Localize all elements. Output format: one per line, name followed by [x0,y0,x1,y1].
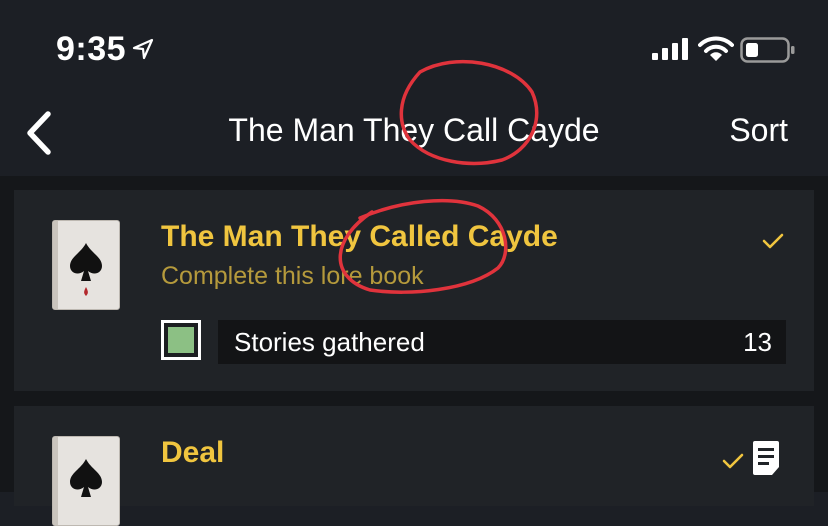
checkmark-icon [722,453,744,469]
battery-icon [740,37,795,63]
spade-icon [70,243,102,296]
sort-button[interactable]: Sort [729,112,788,149]
progress-checkbox[interactable] [161,320,201,360]
lore-book-title: Deal [161,436,225,469]
checkmark-icon [762,233,784,249]
signal-icon [652,38,688,60]
lore-book-title: The Man They Called Cayde [161,220,558,253]
page-title: The Man They Call Cayde [228,112,600,148]
wifi-icon [698,36,734,61]
lore-book-cover [52,220,120,310]
stat-bar: Stories gathered 13 [218,320,786,364]
status-time: 9:35 [56,30,127,68]
progress-fill [168,327,194,353]
note-icon[interactable] [752,440,780,476]
stat-label: Stories gathered [234,327,425,357]
status-bar: 9:35 [0,0,828,96]
spade-icon [70,459,102,497]
location-arrow-icon [132,38,154,60]
list-item[interactable]: The Man They Called Cayde Complete this … [14,190,814,391]
list-item[interactable]: Deal [14,406,814,526]
navigation-bar: The Man They Call Cayde Sort [0,96,828,176]
stat-value: 13 [743,327,772,357]
lore-book-cover [52,436,120,526]
lore-list: The Man They Called Cayde Complete this … [0,176,828,526]
lore-book-subtitle: Complete this lore book [161,262,424,290]
